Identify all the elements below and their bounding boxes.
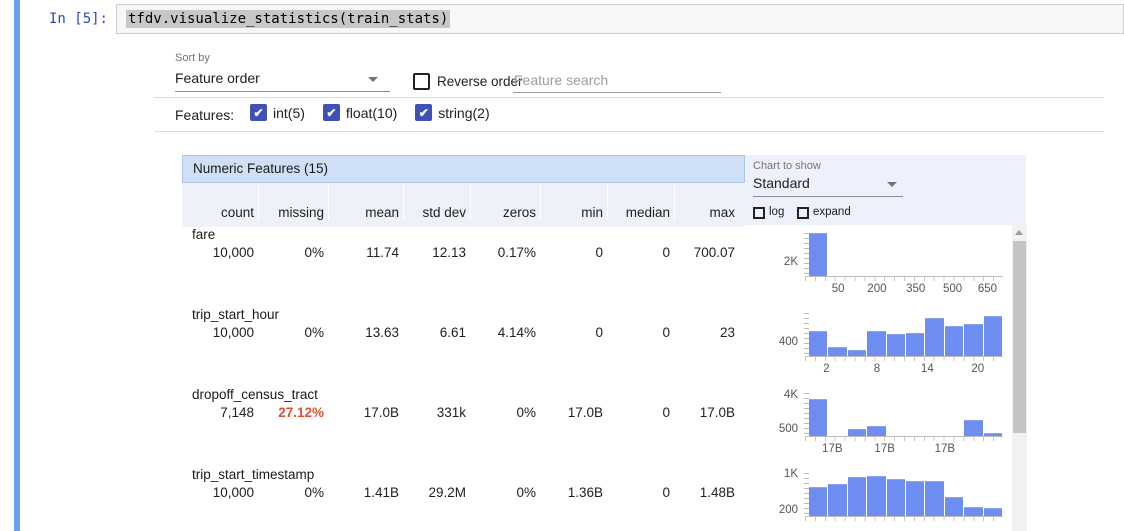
histogram-bar [906,333,924,356]
x-tick-label: 17B [935,443,955,455]
histogram-bar [828,484,846,516]
x-axis-ticks [805,517,1003,521]
stat-value: 6.61 [403,325,470,340]
notebook-page: In [5]: tfdv.visualize_statistics(train_… [0,0,1124,531]
histogram-bar [925,481,943,516]
stat-value: 12.13 [403,245,470,260]
stat-value: 0 [607,405,674,420]
histogram-bar [964,507,982,516]
stat-value: 17.0B [328,405,403,420]
histogram-bar [809,399,827,436]
x-axis-ticks [805,437,1003,441]
histogram-bar [867,476,885,516]
stat-value: 17.0B [674,405,739,420]
y-axis-label: 1K [770,468,798,480]
x-axis-ticks [805,277,1003,281]
stat-values: 10,0000%1.41B29.2M0%1.36B01.48B [182,485,745,500]
stat-value: 0% [258,245,328,260]
stat-value: 10,000 [182,245,258,260]
histogram-bar [964,420,982,436]
histogram-bar [925,318,943,356]
stat-value: 0% [470,405,540,420]
feature-name: trip_start_hour [192,307,279,322]
x-tick-label: 200 [867,283,886,295]
stat-value: 7,148 [182,405,258,420]
histogram-bar [887,334,905,356]
stat-value: 0% [258,485,328,500]
y-axis-label: 200 [770,504,798,516]
stat-value: 10,000 [182,325,258,340]
x-tick-label: 20 [971,363,984,375]
x-tick-label: 8 [874,363,880,375]
histogram-bar [887,479,905,516]
histogram-bar [964,324,982,356]
stat-value: 29.2M [403,485,470,500]
stat-value: 23 [674,325,739,340]
feature-name: fare [192,227,215,242]
histogram: 400 2 8 14 20 [770,307,1010,387]
histogram-bar [809,331,827,356]
histogram: 2K 50 200 350 500 650 [770,227,1010,307]
stat-value: 10,000 [182,485,258,500]
feature-name: dropoff_census_tract [192,387,318,402]
stat-value: 0 [540,325,607,340]
histogram-bar [848,477,866,516]
stat-value: 0 [540,245,607,260]
x-tick-label: 17B [822,443,842,455]
x-tick-label: 500 [943,283,962,295]
stat-value: 11.74 [328,245,403,260]
histogram-bar [809,487,827,516]
stat-value: 13.63 [328,325,403,340]
feature-row: fare10,0000%11.7412.130.17%00700.072K502… [182,227,1026,307]
stat-value: 4.14% [470,325,540,340]
feature-row: dropoff_census_tract7,14827.12%17.0B331k… [182,387,1026,467]
x-tick-label: 14 [921,363,934,375]
x-tick-label: 350 [906,283,925,295]
stat-value: 0 [607,245,674,260]
x-tick-label: 2 [823,363,829,375]
feature-row: trip_start_hour10,0000%13.636.614.14%002… [182,307,1026,387]
histogram-bar [984,316,1002,356]
feature-name: trip_start_timestamp [192,467,314,482]
x-tick-label: 650 [978,283,997,295]
histogram-bar [867,331,885,356]
stat-value: 0.17% [470,245,540,260]
stat-value: 0% [258,325,328,340]
scrollbar-thumb[interactable] [1013,241,1026,433]
y-axis-label: 400 [770,336,798,348]
scroll-up-button[interactable] [1015,230,1023,235]
y-axis-label: 4K [770,389,798,401]
histogram-bar [906,481,924,516]
y-axis-label: 500 [770,423,798,435]
histogram-bar [984,508,1002,516]
stat-value: 27.12% [258,405,328,420]
histogram-bar [809,233,827,276]
histogram: 4K 500 17B 17B 17B [770,387,1010,467]
x-axis-ticks [805,357,1003,361]
stat-values: 7,14827.12%17.0B331k0%17.0B017.0B [182,405,745,420]
x-tick-label: 50 [832,283,845,295]
stat-values: 10,0000%13.636.614.14%0023 [182,325,745,340]
stat-value: 1.48B [674,485,739,500]
histogram-bar [828,347,846,356]
stat-values: 10,0000%11.7412.130.17%00700.07 [182,245,745,260]
histogram: 1K 200 [770,467,1010,531]
stat-value: 0% [470,485,540,500]
stat-value: 700.07 [674,245,739,260]
histogram-bar [848,429,866,436]
stat-value: 17.0B [540,405,607,420]
stat-value: 0 [607,485,674,500]
histogram-bar [945,497,963,516]
stat-value: 0 [607,325,674,340]
stat-value: 331k [403,405,470,420]
histogram-bar [867,426,885,436]
stat-value: 1.36B [540,485,607,500]
histogram-bar [945,326,963,356]
y-axis-label: 2K [770,256,798,268]
feature-rows: fare10,0000%11.7412.130.17%00700.072K502… [0,0,1124,531]
feature-row: trip_start_timestamp10,0000%1.41B29.2M0%… [182,467,1026,531]
stat-value: 1.41B [328,485,403,500]
x-tick-label: 17B [874,443,894,455]
